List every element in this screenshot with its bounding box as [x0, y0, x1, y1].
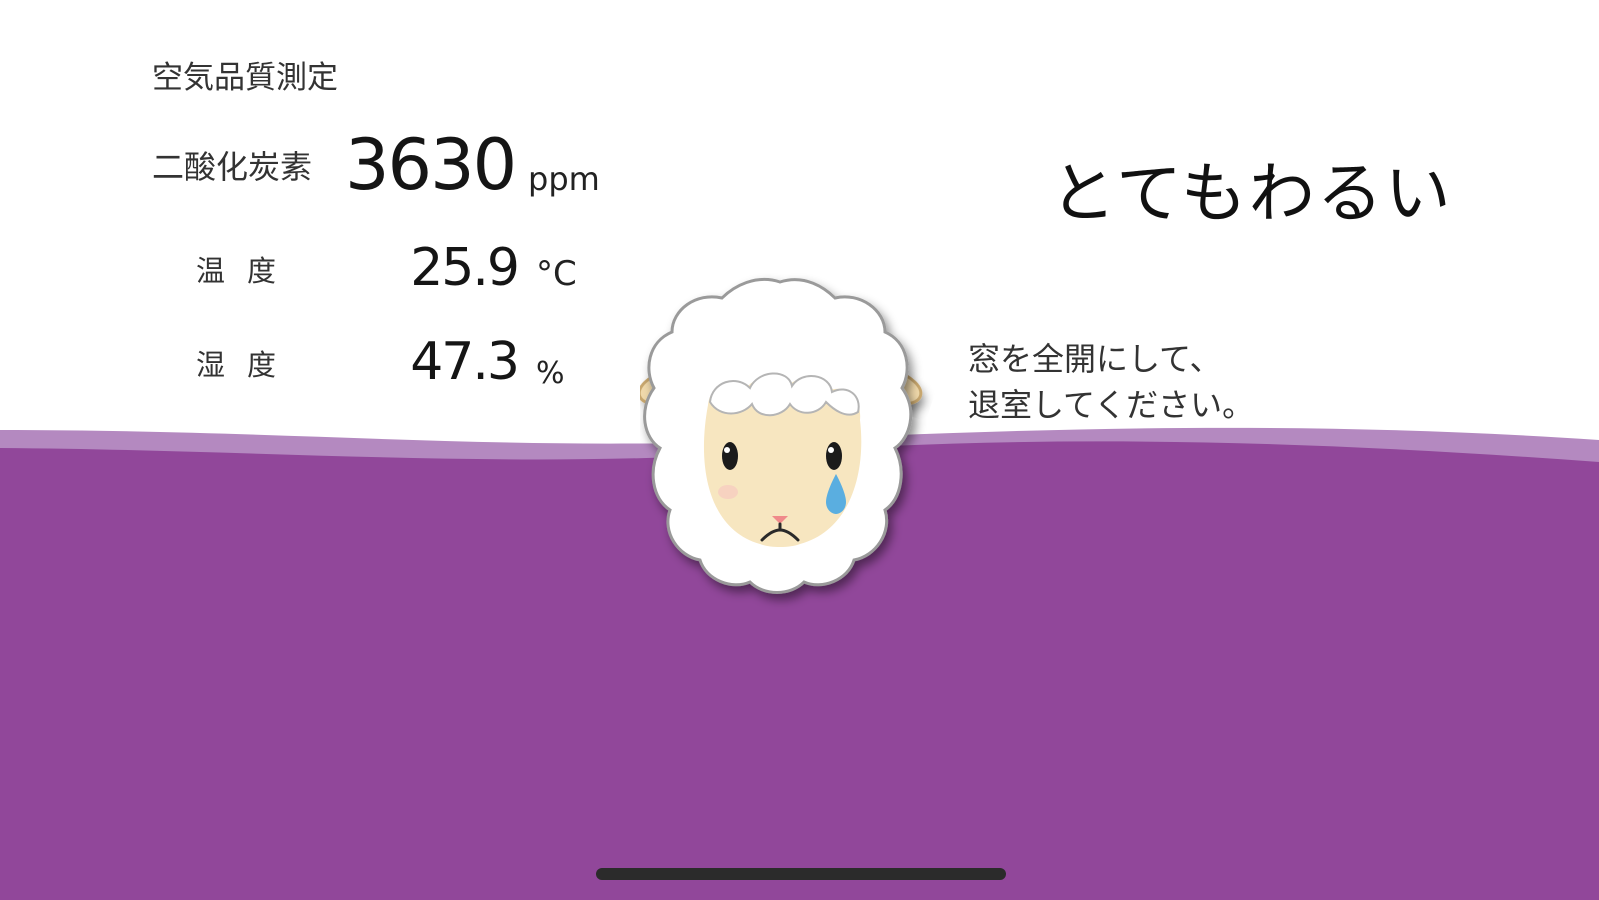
- air-quality-rating: とてもわるい: [1050, 155, 1453, 232]
- co2-reading: 二酸化炭素 3630 ppm: [0, 120, 640, 206]
- humidity-label: 湿度: [196, 348, 299, 382]
- sheep-left-eye: [722, 442, 738, 470]
- sheep-cheek: [718, 485, 738, 499]
- advice-message: 窓を全開にして、 退室してください。: [968, 336, 1254, 428]
- sheep-right-eye: [826, 442, 842, 470]
- page-title: 空気品質測定: [152, 60, 338, 96]
- co2-label: 二酸化炭素: [152, 148, 313, 186]
- air-quality-screen: 空気品質測定 二酸化炭素 3630 ppm 温度 25.9 °C 湿度 47.3…: [0, 0, 1599, 900]
- temperature-unit: °C: [536, 254, 577, 294]
- home-indicator[interactable]: [596, 868, 1006, 880]
- temperature-reading: 温度 25.9 °C: [0, 236, 640, 316]
- humidity-unit: %: [536, 356, 565, 391]
- temperature-value: 25.9: [410, 238, 520, 298]
- crying-sheep-icon: [640, 277, 923, 594]
- humidity-value: 47.3: [410, 332, 520, 392]
- temperature-label: 温度: [196, 254, 299, 288]
- advice-line-2: 退室してください。: [968, 386, 1255, 424]
- co2-unit: ppm: [528, 160, 600, 198]
- advice-line-1: 窓を全開にして、: [968, 340, 1222, 378]
- co2-value: 3630: [345, 124, 517, 206]
- humidity-reading: 湿度 47.3 %: [0, 330, 640, 410]
